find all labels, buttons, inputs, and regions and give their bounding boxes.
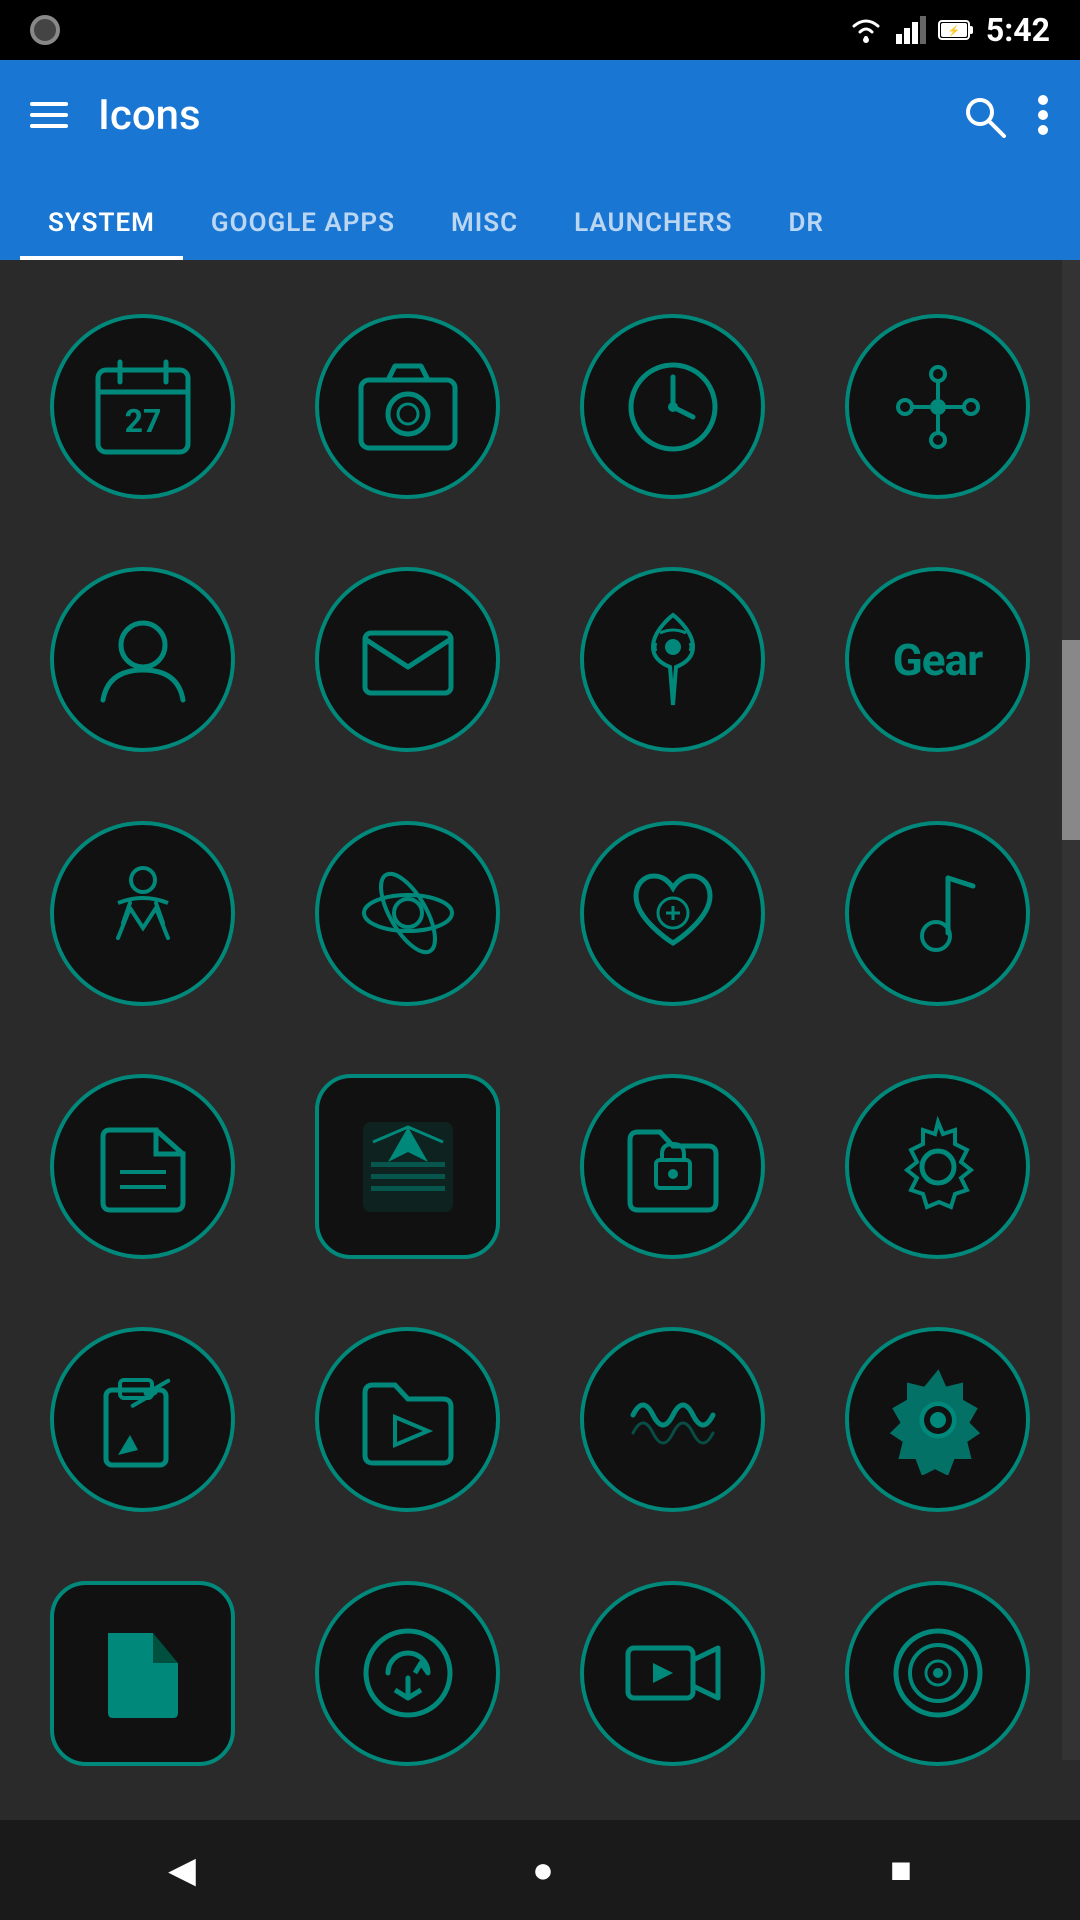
icon-cell-file2 <box>20 1557 265 1790</box>
wifi-icon <box>848 16 884 44</box>
icon-cell-video <box>550 1557 795 1790</box>
health-icon[interactable] <box>580 821 765 1006</box>
icon-cell-backup <box>285 1557 530 1790</box>
icon-cell-settings <box>815 1050 1060 1283</box>
calendar-icon[interactable]: 27 <box>50 314 235 499</box>
icon-cell-smartthings <box>815 290 1060 523</box>
tab-bar: SYSTEM GOOGLE APPS MISC LAUNCHERS DR <box>0 170 1080 260</box>
search-icon[interactable] <box>960 92 1006 138</box>
icon-cell-contacts <box>20 543 265 776</box>
icon-cell-files <box>20 1050 265 1283</box>
scrollbar-thumb[interactable] <box>1062 640 1080 840</box>
themes-icon[interactable] <box>315 1074 500 1259</box>
icon-cell-fitness <box>20 797 265 1030</box>
backup-icon[interactable] <box>315 1581 500 1766</box>
file2-icon[interactable] <box>50 1581 235 1766</box>
fitness-icon[interactable] <box>50 821 235 1006</box>
icon-grid: 27 <box>0 260 1080 1820</box>
signal-icon <box>896 16 926 44</box>
contacts-icon[interactable] <box>50 567 235 752</box>
notification-dot <box>30 15 60 45</box>
files-icon[interactable] <box>50 1074 235 1259</box>
clock-icon[interactable] <box>580 314 765 499</box>
tab-google-apps[interactable]: GOOGLE APPS <box>183 190 423 260</box>
recent-button[interactable]: ■ <box>890 1849 912 1891</box>
radio-icon[interactable] <box>845 1581 1030 1766</box>
icon-cell-sound <box>550 1303 795 1536</box>
app-title: Icons <box>98 91 930 140</box>
icon-cell-clipboard <box>20 1303 265 1536</box>
gear-app-icon[interactable]: Gear <box>845 567 1030 752</box>
email-icon[interactable] <box>315 567 500 752</box>
icon-cell-radio <box>815 1557 1060 1790</box>
back-button[interactable]: ◀ <box>168 1849 196 1891</box>
tab-system[interactable]: SYSTEM <box>20 190 183 260</box>
more-options-icon[interactable] <box>1036 92 1050 138</box>
status-bar-left <box>30 15 60 45</box>
icon-cell-themes <box>285 1050 530 1283</box>
icon-cell-bixby <box>550 543 795 776</box>
home-button[interactable]: ● <box>532 1849 554 1891</box>
secure-folder-icon[interactable] <box>580 1074 765 1259</box>
bixby-icon[interactable] <box>580 567 765 752</box>
video-icon[interactable] <box>580 1581 765 1766</box>
tab-misc[interactable]: MISC <box>423 190 546 260</box>
icon-cell-music <box>815 797 1060 1030</box>
menu-button[interactable] <box>30 102 68 128</box>
tab-launchers[interactable]: LAUNCHERS <box>546 190 760 260</box>
svg-text:⚡: ⚡ <box>948 24 960 37</box>
settings2-icon[interactable] <box>845 1327 1030 1512</box>
icon-cell-galaxy <box>285 797 530 1030</box>
icon-cell-health <box>550 797 795 1030</box>
icon-cell-video-library <box>285 1303 530 1536</box>
icon-cell-secure-folder <box>550 1050 795 1283</box>
status-bar: ⚡ 5:42 <box>0 0 1080 60</box>
icon-cell-settings2 <box>815 1303 1060 1536</box>
music-icon[interactable] <box>845 821 1030 1006</box>
scrollbar <box>1062 260 1080 1760</box>
smartthings-icon[interactable] <box>845 314 1030 499</box>
svg-text:27: 27 <box>124 402 161 440</box>
icon-cell-camera <box>285 290 530 523</box>
nav-bar: ◀ ● ■ <box>0 1820 1080 1920</box>
galaxy-icon[interactable] <box>315 821 500 1006</box>
app-bar: Icons <box>0 60 1080 170</box>
settings-icon[interactable] <box>845 1074 1030 1259</box>
gear-label: Gear <box>893 634 982 686</box>
tab-dr[interactable]: DR <box>760 190 851 260</box>
sound-icon[interactable] <box>580 1327 765 1512</box>
icon-cell-email <box>285 543 530 776</box>
icon-cell-gear: Gear <box>815 543 1060 776</box>
clipboard-icon[interactable] <box>50 1327 235 1512</box>
status-bar-right: ⚡ 5:42 <box>848 11 1050 49</box>
camera-icon[interactable] <box>315 314 500 499</box>
battery-icon: ⚡ <box>938 18 974 42</box>
video-library-icon[interactable] <box>315 1327 500 1512</box>
icon-cell-calendar: 27 <box>20 290 265 523</box>
time-display: 5:42 <box>986 11 1050 49</box>
icon-cell-clock <box>550 290 795 523</box>
